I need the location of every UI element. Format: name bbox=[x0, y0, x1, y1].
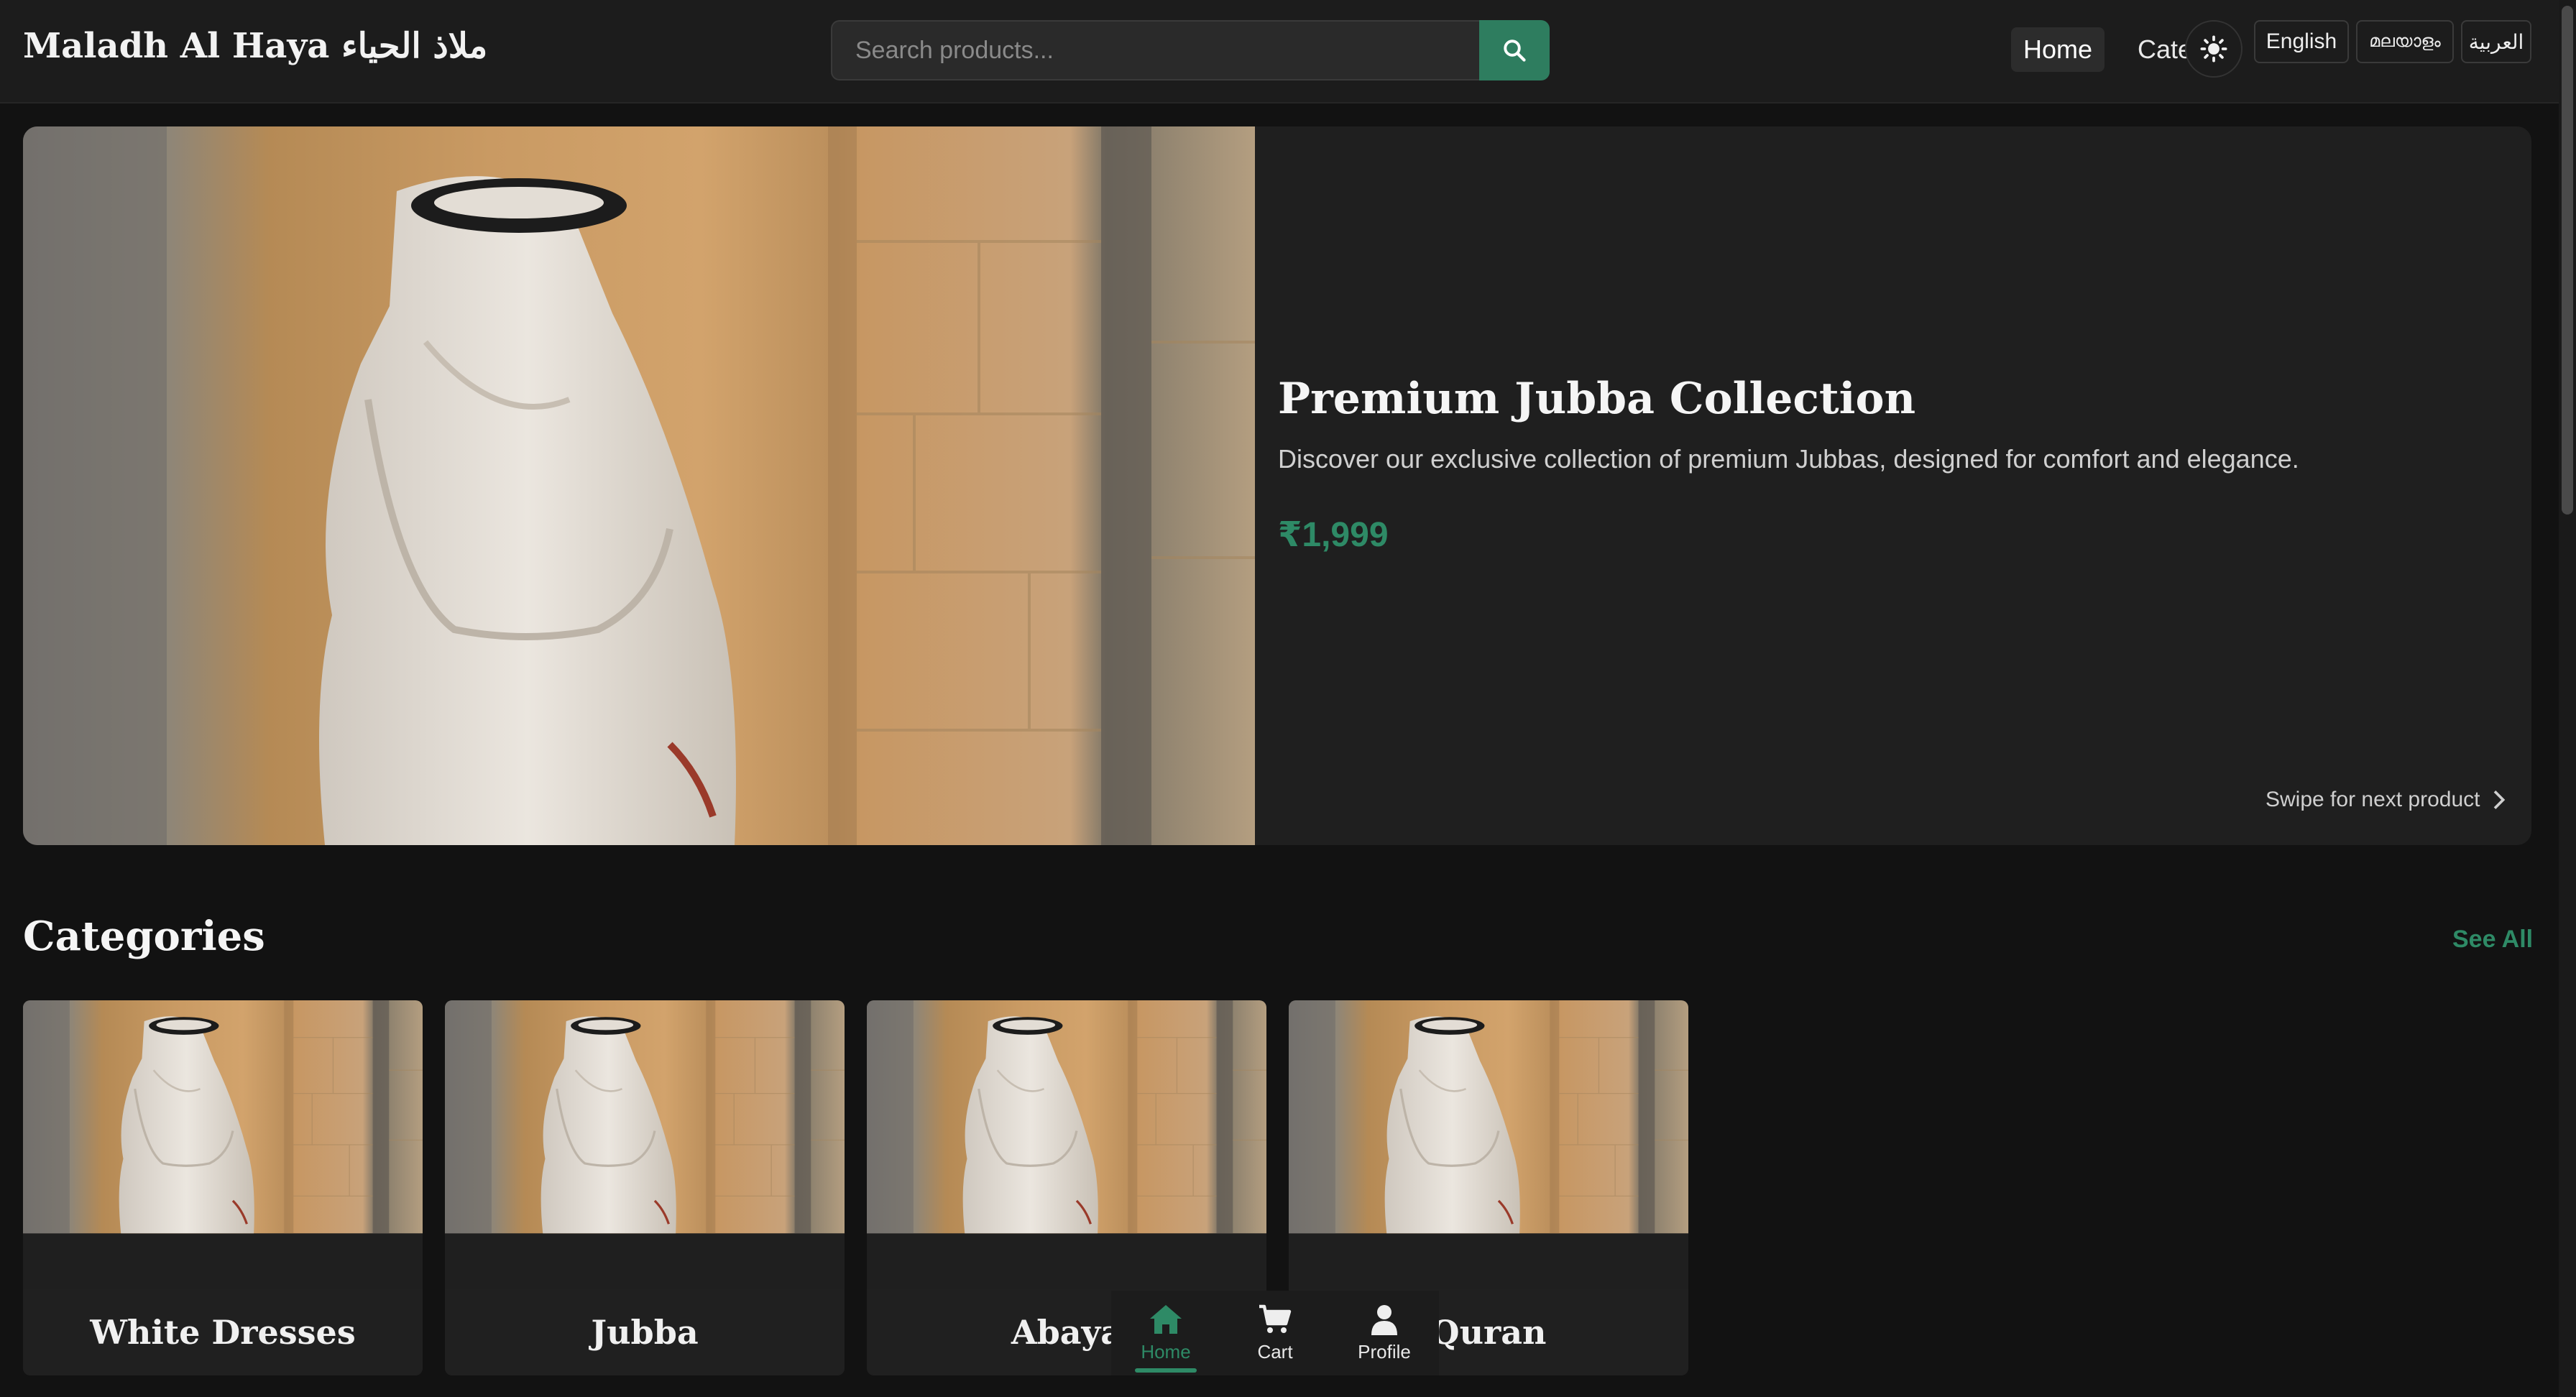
category-label: White Dresses bbox=[23, 1289, 423, 1375]
category-image bbox=[867, 1000, 1266, 1235]
home-icon bbox=[1150, 1304, 1182, 1334]
category-label: Jubba bbox=[445, 1289, 845, 1375]
swipe-hint[interactable]: Swipe for next product bbox=[2266, 788, 2506, 812]
theme-toggle-button[interactable] bbox=[2185, 20, 2242, 78]
language-malayalam-button[interactable]: മലയാളം bbox=[2356, 20, 2454, 63]
bottom-nav-home-label: Home bbox=[1141, 1340, 1191, 1363]
category-image bbox=[23, 1000, 423, 1235]
category-image bbox=[445, 1000, 845, 1235]
bottom-nav-profile[interactable]: Profile bbox=[1338, 1291, 1431, 1375]
category-card-jubba[interactable]: Jubba bbox=[445, 1000, 845, 1375]
language-english-button[interactable]: English bbox=[2254, 20, 2349, 63]
chevron-right-icon bbox=[2493, 790, 2505, 809]
search-icon bbox=[1504, 40, 1526, 62]
scrollbar-thumb[interactable] bbox=[2562, 6, 2573, 515]
language-arabic-button[interactable]: العربية bbox=[2461, 20, 2531, 63]
nav-home-link[interactable]: Home bbox=[2011, 27, 2104, 72]
swipe-hint-label: Swipe for next product bbox=[2266, 788, 2480, 811]
search-bar bbox=[831, 20, 1550, 80]
search-input[interactable] bbox=[831, 20, 1479, 80]
hero-carousel[interactable]: Premium Jubba Collection Discover our ex… bbox=[23, 126, 2531, 845]
sun-icon bbox=[2200, 35, 2227, 63]
hero-product-image bbox=[23, 126, 1255, 845]
bottom-nav-profile-label: Profile bbox=[1358, 1340, 1411, 1363]
hero-price: ₹1,999 bbox=[1278, 516, 1389, 554]
hero-title: Premium Jubba Collection bbox=[1278, 374, 1916, 424]
categories-title: Categories bbox=[23, 913, 265, 960]
top-header: Maladh Al Haya ملاذ الحياء Home Categori… bbox=[0, 0, 2559, 103]
see-all-link[interactable]: See All bbox=[2452, 926, 2533, 954]
nav-categories-link[interactable]: Categories bbox=[2138, 30, 2188, 69]
bottom-nav-cart[interactable]: Cart bbox=[1228, 1291, 1322, 1375]
search-button[interactable] bbox=[1479, 20, 1550, 80]
cart-icon bbox=[1259, 1304, 1292, 1333]
bottom-nav-home[interactable]: Home bbox=[1119, 1291, 1213, 1375]
category-image bbox=[1289, 1000, 1688, 1235]
site-logo[interactable]: Maladh Al Haya ملاذ الحياء bbox=[23, 26, 487, 66]
bottom-nav-cart-label: Cart bbox=[1257, 1340, 1293, 1363]
profile-icon bbox=[1371, 1304, 1397, 1335]
hero-description: Discover our exclusive collection of pre… bbox=[1278, 444, 2299, 474]
category-card-white-dresses[interactable]: White Dresses bbox=[23, 1000, 423, 1375]
bottom-navigation: Home Cart Profile bbox=[1111, 1291, 1439, 1375]
